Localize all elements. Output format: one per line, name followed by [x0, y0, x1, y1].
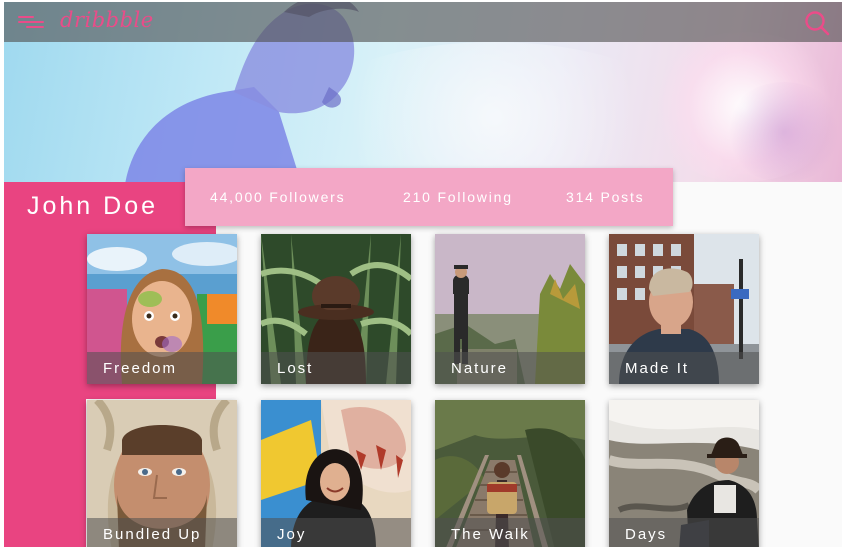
gallery-tile-made-it[interactable]: Made It — [609, 234, 759, 384]
tile-label: Nature — [451, 360, 509, 377]
app-frame: dribbble John Doe 44,000 Followers 210 F… — [4, 2, 842, 547]
profile-side-strip — [4, 399, 86, 547]
search-icon[interactable] — [804, 10, 830, 36]
tile-label: Freedom — [103, 360, 178, 377]
top-navigation-bar: dribbble — [4, 2, 842, 42]
gallery-tile-nature[interactable]: Nature — [435, 234, 585, 384]
profile-stats-bar: 44,000 Followers 210 Following 314 Posts — [185, 168, 673, 226]
tile-label: The Walk — [451, 526, 530, 543]
tile-label: Made It — [625, 360, 690, 377]
gallery-tile-bundled-up[interactable]: Bundled Up — [87, 400, 237, 547]
tile-label: Bundled Up — [103, 526, 202, 543]
gallery-tile-the-walk[interactable]: The Walk — [435, 400, 585, 547]
profile-name: John Doe — [27, 192, 159, 220]
posts-count[interactable]: 314 Posts — [566, 189, 644, 205]
tile-label: Days — [625, 526, 668, 543]
following-count[interactable]: 210 Following — [403, 189, 513, 205]
followers-count[interactable]: 44,000 Followers — [210, 189, 345, 205]
tile-label: Lost — [277, 360, 314, 377]
tile-label: Joy — [277, 526, 307, 543]
gallery-tile-freedom[interactable]: Freedom — [87, 234, 237, 384]
gallery-tile-joy[interactable]: Joy — [261, 400, 411, 547]
dribbble-logo[interactable]: dribbble — [60, 8, 154, 32]
gallery-tile-days[interactable]: Days — [609, 400, 759, 547]
hamburger-menu-icon[interactable] — [18, 15, 44, 29]
gallery-tile-lost[interactable]: Lost — [261, 234, 411, 384]
